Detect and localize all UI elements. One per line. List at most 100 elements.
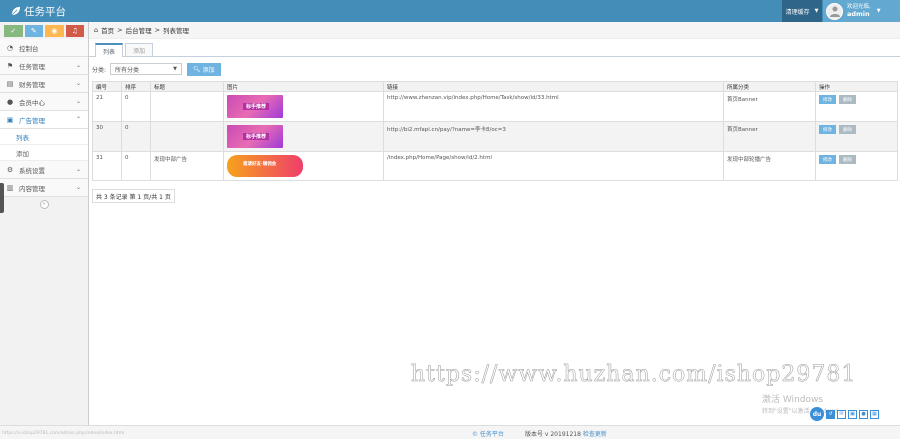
avatar <box>826 2 843 20</box>
table-row: 30 0 标手推荐 http://bi2.mfapi.cn/pay/?name=… <box>92 121 898 152</box>
chat-icon[interactable]: ✉ <box>837 409 846 419</box>
chevron-down-icon: ▼ <box>876 8 881 14</box>
chevron-down-icon: ⌄ <box>75 98 81 105</box>
chevron-down-icon: ⌄ <box>75 62 81 69</box>
chevron-down-icon: ▼ <box>173 66 177 72</box>
grid-icon[interactable]: ▦ <box>870 409 879 419</box>
activation-title: 激活 Windows <box>762 395 824 405</box>
category-select-value: 所有分类 <box>115 66 140 74</box>
table-row: 21 0 标手推荐 http://www.zhenzan.vip/index.p… <box>92 91 898 122</box>
clear-cache-button[interactable]: 清理缓存 ▼ <box>782 0 822 22</box>
flag-icon: ⚑ <box>6 61 14 70</box>
sidebar-item-members[interactable]: ● 会员中心 ⌄ <box>0 93 88 111</box>
tab-add[interactable]: 添加 <box>125 43 154 56</box>
sidebar-item-finance[interactable]: ▤ 财务管理 ⌄ <box>0 75 88 93</box>
book-icon: ▥ <box>6 183 14 192</box>
cell-id: 30 <box>92 121 122 152</box>
sidebar: ✓ ✎ ◉ ♫ ◔ 控制台 ⚑ 任务管理 ⌄ ▤ 财务管理 ⌄ ● 会员中心 ⌄ ▣ 广告管理 ⌃… <box>0 22 89 439</box>
sidebar-item-tasks[interactable]: ⚑ 任务管理 ⌄ <box>0 57 88 75</box>
delete-button[interactable]: 删除 <box>839 155 856 164</box>
sidebar-subitem-label: 列表 <box>16 133 29 142</box>
chevron-down-icon: ⌄ <box>75 166 81 173</box>
sidebar-item-ads[interactable]: ▣ 广告管理 ⌃ <box>0 111 88 129</box>
delete-button[interactable]: 删除 <box>839 95 856 104</box>
cell-title <box>150 91 224 122</box>
cell-title: 发现中部广告 <box>150 151 224 181</box>
check-update-link[interactable]: 检查更新 <box>583 431 607 438</box>
user-menu[interactable]: 欢迎光临, admin ▼ <box>823 0 900 22</box>
sync-icon[interactable]: ↺ <box>826 409 835 419</box>
sidebar-item-content[interactable]: ▥ 内容管理 ⌄ <box>0 179 88 197</box>
cell-link: http://bi2.mfapi.cn/pay/?name=李卡8/oc=3 <box>383 121 724 152</box>
pagination-summary: 共 3 条记录 第 1 页/共 1 页 <box>92 189 175 203</box>
image-icon[interactable]: ▣ <box>848 409 857 419</box>
cell-link: http://www.zhenzan.vip/index.php/Home/Ta… <box>383 91 724 122</box>
cell-id: 31 <box>92 151 122 181</box>
table-row: 31 0 发现中部广告 邀请好友·赚佣金 /index.php/Home/Pag… <box>92 151 898 181</box>
du-icon[interactable]: du <box>810 407 824 421</box>
watermark-text: https://www.huzhan.com/ishop29781 <box>411 362 857 388</box>
sidebar-subitem-add[interactable]: 添加 <box>0 145 88 161</box>
col-header: 排序 <box>121 81 151 92</box>
sidebar-subitem-list[interactable]: 列表 <box>0 129 88 145</box>
delete-button[interactable]: 删除 <box>839 125 856 134</box>
pencil-shortcut-button[interactable]: ✎ <box>24 25 43 37</box>
breadcrumb-home[interactable]: 首页 <box>101 25 114 35</box>
signal-shortcut-button[interactable]: ✓ <box>4 25 23 37</box>
chevron-up-icon: ⌃ <box>75 116 81 123</box>
side-handle[interactable] <box>0 183 4 213</box>
brand-logo[interactable]: 任务平台 <box>10 4 66 19</box>
cogs-shortcut-button[interactable]: ♫ <box>65 25 84 37</box>
edit-button[interactable]: 修改 <box>819 125 836 134</box>
cell-id: 21 <box>92 91 122 122</box>
category-label: 分类: <box>92 66 107 74</box>
users-shortcut-button[interactable]: ◉ <box>45 25 64 37</box>
col-header: 操作 <box>815 81 898 92</box>
sidebar-item-label: 广告管理 <box>19 116 45 125</box>
breadcrumb-level2[interactable]: 后台管理 <box>126 25 152 35</box>
cell-category: 首页Banner <box>723 121 816 152</box>
sidebar-item-settings[interactable]: ⚙ 系统设置 ⌄ <box>0 161 88 179</box>
breadcrumb-level3: 列表管理 <box>163 27 190 35</box>
clear-cache-label: 清理缓存 <box>785 8 810 16</box>
add-button[interactable]: 🔍︎ 添加 <box>187 62 221 76</box>
col-header: 标题 <box>150 81 224 92</box>
chevron-down-icon: ▼ <box>814 8 819 14</box>
sidebar-item-label: 任务管理 <box>19 62 45 71</box>
shortcut-buttons: ✓ ✎ ◉ ♫ <box>0 22 88 39</box>
cell-image: 标手推荐 <box>223 121 384 152</box>
footer-version: 版本号 v 20191218 检查更新 <box>525 429 607 438</box>
sidebar-item-dashboard[interactable]: ◔ 控制台 <box>0 39 88 57</box>
add-button-label: 添加 <box>202 66 215 74</box>
table-header-row: 编号 排序 标题 图片 链接 所属分类 操作 <box>92 81 898 92</box>
banner-image: 标手推荐 <box>227 125 283 148</box>
user-icon: ● <box>6 97 14 106</box>
sidebar-collapse-toggle[interactable]: « <box>0 197 88 211</box>
sidebar-item-label: 系统设置 <box>19 166 45 175</box>
double-chevron-left-icon: « <box>39 199 49 209</box>
footer: © 任务平台 版本号 v 20191218 检查更新 <box>0 425 900 439</box>
edit-button[interactable]: 修改 <box>819 155 836 164</box>
tab-bar: 列表 添加 <box>89 39 900 57</box>
sidebar-subitem-label: 添加 <box>16 149 29 158</box>
col-header: 链接 <box>383 81 724 92</box>
banner-image: 邀请好友·赚佣金 <box>227 155 303 177</box>
filter-bar: 分类: 所有分类 ▼ 🔍︎ 添加 <box>89 57 900 81</box>
cell-sort: 0 <box>121 91 151 122</box>
tab-list[interactable]: 列表 <box>95 43 124 57</box>
ticket-icon: ▤ <box>6 79 14 88</box>
sidebar-item-label: 内容管理 <box>19 184 45 193</box>
cell-actions: 修改 删除 <box>815 151 898 181</box>
chevron-down-icon: ⌄ <box>75 184 81 191</box>
cell-image: 邀请好友·赚佣金 <box>223 151 384 181</box>
edit-button[interactable]: 修改 <box>819 95 836 104</box>
user-icon[interactable]: ● <box>859 409 868 419</box>
search-icon: 🔍︎ <box>193 65 201 73</box>
category-select[interactable]: 所有分类 ▼ <box>110 63 182 75</box>
chevron-down-icon: ⌄ <box>75 80 81 87</box>
banner-image-text: 标手推荐 <box>243 103 270 110</box>
cell-actions: 修改 删除 <box>815 121 898 152</box>
cell-title <box>150 121 224 152</box>
cell-actions: 修改 删除 <box>815 91 898 122</box>
cell-category: 首页Banner <box>723 91 816 122</box>
